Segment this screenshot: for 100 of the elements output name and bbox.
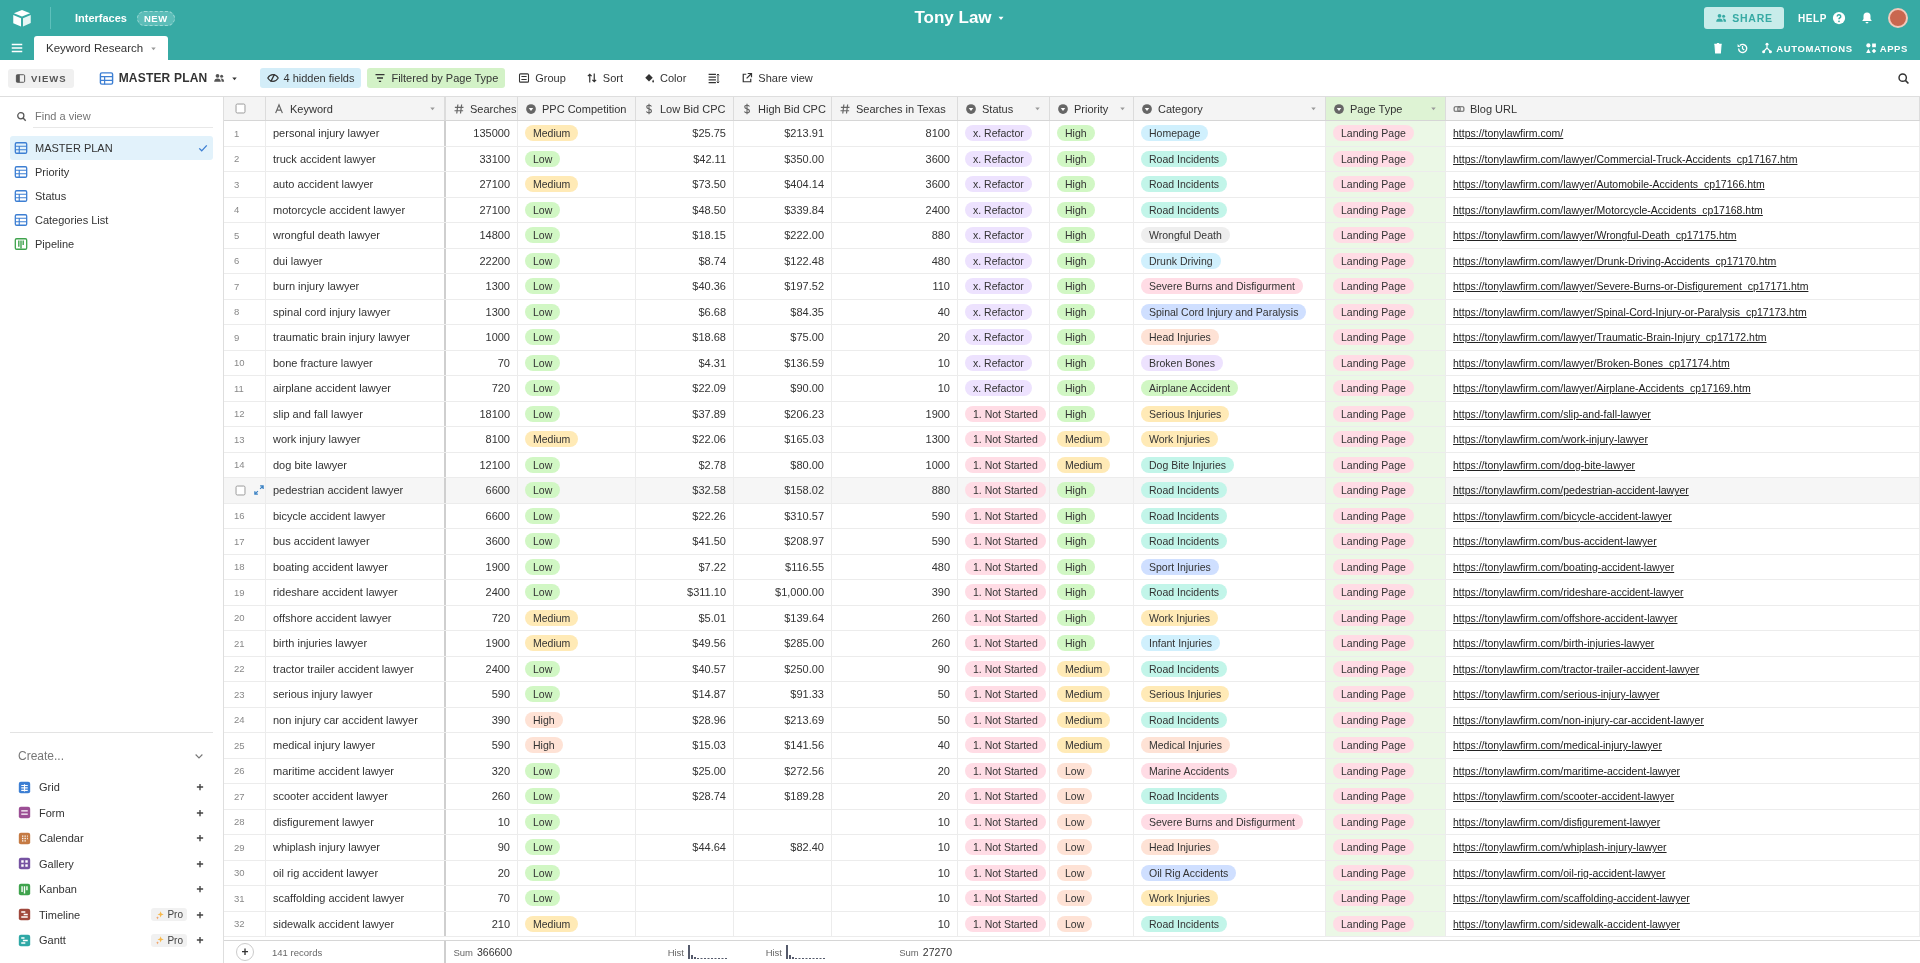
plus-icon[interactable] <box>195 935 205 946</box>
trash-icon[interactable] <box>1712 42 1725 54</box>
url-link[interactable]: https://tonylawfirm.com/lawyer/Motorcycle-Accidents_cp17168.htm <box>1453 203 1763 216</box>
url-link[interactable]: https://tonylawfirm.com/lawyer/Traumatic-Brain-Injury_cp17172.htm <box>1453 331 1767 344</box>
url-link[interactable]: https://tonylawfirm.com/maritime-accident-lawyer <box>1453 764 1680 777</box>
create-view-item[interactable]: Timeline <box>39 908 81 921</box>
table-tab[interactable]: Keyword Research <box>34 36 169 60</box>
select-tag: High <box>1057 507 1095 524</box>
url-link[interactable]: https://tonylawfirm.com/oil-rig-accident-lawyer <box>1453 866 1666 879</box>
currency-cell: $404.14 <box>784 178 824 191</box>
create-view-item[interactable]: Form <box>39 806 65 819</box>
url-link[interactable]: https://tonylawfirm.com/lawyer/Airplane-Accidents_cp17169.htm <box>1453 382 1751 395</box>
plus-icon[interactable] <box>195 782 205 793</box>
url-link[interactable]: https://tonylawfirm.com/bus-accident-lawyer <box>1453 535 1657 548</box>
number-cell: 70 <box>497 356 510 369</box>
url-link[interactable]: https://tonylawfirm.com/boating-accident-lawyer <box>1453 560 1675 573</box>
url-link[interactable]: https://tonylawfirm.com/non-injury-car-accident-lawyer <box>1453 713 1704 726</box>
view-item[interactable]: Categories List <box>10 208 213 232</box>
select-tag: Landing Page <box>1333 380 1414 397</box>
find-view-field[interactable]: Find a view <box>33 105 213 128</box>
url-link[interactable]: https://tonylawfirm.com/sidewalk-accident-lawyer <box>1453 917 1680 930</box>
view-item[interactable]: Priority <box>10 160 213 184</box>
url-link[interactable]: https://tonylawfirm.com/whiplash-injury-lawyer <box>1453 841 1667 854</box>
select-tag: x. Refactor <box>965 303 1032 320</box>
url-link[interactable]: https://tonylawfirm.com/pedestrian-accident-lawyer <box>1453 484 1689 497</box>
url-link[interactable]: https://tonylawfirm.com/offshore-accident-lawyer <box>1453 611 1678 624</box>
create-view-item[interactable]: Gantt <box>39 934 66 947</box>
caret-icon <box>428 104 437 113</box>
url-link[interactable]: https://tonylawfirm.com/slip-and-fall-lawyer <box>1453 407 1651 420</box>
select-tag: Low <box>525 890 561 907</box>
column-header[interactable]: Page Type <box>1326 97 1446 120</box>
plus-icon[interactable] <box>195 884 205 895</box>
create-view-item[interactable]: Kanban <box>39 883 77 896</box>
expand-icon[interactable] <box>253 484 265 497</box>
views-button[interactable]: VIEWS <box>8 68 74 88</box>
url-link[interactable]: https://tonylawfirm.com/dog-bite-lawyer <box>1453 458 1636 471</box>
column-header[interactable]: Low Bid CPC <box>636 97 734 120</box>
filter-button[interactable]: Filtered by Page Type <box>367 68 506 88</box>
url-link[interactable]: https://tonylawfirm.com/lawyer/Wrongful-Death_cp17175.htm <box>1453 229 1737 242</box>
view-item[interactable]: Status <box>10 184 213 208</box>
currency-cell: $7.22 <box>698 560 726 573</box>
url-link[interactable]: https://tonylawfirm.com/lawyer/Severe-Burns-or-Disfigurement_cp17171.htm <box>1453 280 1809 293</box>
row-checkbox[interactable] <box>234 483 247 497</box>
column-header[interactable]: Status <box>958 97 1050 120</box>
number-cell: 90 <box>497 841 510 854</box>
column-header[interactable]: Blog URL <box>1446 97 1920 120</box>
url-link[interactable]: https://tonylawfirm.com/lawyer/Broken-Bones_cp17174.htm <box>1453 356 1730 369</box>
notifications-icon[interactable] <box>1860 11 1874 25</box>
share-view-button[interactable]: Share view <box>734 68 820 88</box>
url-link[interactable]: https://tonylawfirm.com/lawyer/Spinal-Cord-Injury-or-Paralysis_cp17173.htm <box>1453 305 1807 318</box>
url-link[interactable]: https://tonylawfirm.com/bicycle-accident-lawyer <box>1453 509 1672 522</box>
url-link[interactable]: https://tonylawfirm.com/disfigurement-lawyer <box>1453 815 1661 828</box>
url-link[interactable]: https://tonylawfirm.com/scaffolding-accident-lawyer <box>1453 892 1690 905</box>
url-link[interactable]: https://tonylawfirm.com/serious-injury-lawyer <box>1453 688 1660 701</box>
select-tag: High <box>1057 329 1095 346</box>
plus-icon[interactable] <box>195 858 205 869</box>
history-icon[interactable] <box>1736 41 1750 55</box>
url-link[interactable]: https://tonylawfirm.com/lawyer/Drunk-Driving-Accidents_cp17170.htm <box>1453 254 1777 267</box>
url-link[interactable]: https://tonylawfirm.com/birth-injuries-lawyer <box>1453 637 1655 650</box>
number-cell: 1300 <box>925 433 950 446</box>
url-link[interactable]: https://tonylawfirm.com/rideshare-accident-lawyer <box>1453 586 1684 599</box>
url-link[interactable]: https://tonylawfirm.com/scooter-accident-lawyer <box>1453 790 1675 803</box>
create-view-item[interactable]: Grid <box>39 781 60 794</box>
url-link[interactable]: https://tonylawfirm.com/work-injury-lawyer <box>1453 433 1648 446</box>
create-view-item[interactable]: Calendar <box>39 832 84 845</box>
color-button[interactable]: Color <box>636 68 694 88</box>
plus-icon[interactable] <box>195 807 205 818</box>
column-header[interactable]: Keyword <box>266 97 446 120</box>
hidden-fields-button[interactable]: 4 hidden fields <box>259 68 362 88</box>
currency-cell: $25.75 <box>692 127 726 140</box>
row-height-icon[interactable] <box>707 71 721 85</box>
url-link[interactable]: https://tonylawfirm.com/ <box>1453 127 1564 140</box>
view-item[interactable]: Pipeline <box>10 232 213 256</box>
select-tag: Landing Page <box>1333 507 1414 524</box>
column-header[interactable]: Searches in Texas <box>832 97 958 120</box>
sort-button[interactable]: Sort <box>578 68 631 88</box>
text-cell: offshore accident lawyer <box>273 611 392 624</box>
search-icon[interactable] <box>1897 71 1910 85</box>
help-icon[interactable] <box>1832 11 1846 25</box>
url-link[interactable]: https://tonylawfirm.com/lawyer/Commercial-Truck-Accidents_cp17167.htm <box>1453 152 1798 165</box>
menu-icon[interactable] <box>10 41 24 55</box>
add-record-button[interactable]: + <box>236 943 254 961</box>
new-badge: NEW <box>137 10 175 26</box>
view-item[interactable]: MASTER PLAN <box>10 136 213 160</box>
column-header[interactable]: PPC Competition <box>518 97 636 120</box>
select-all-checkbox[interactable] <box>234 102 247 115</box>
plus-icon[interactable] <box>195 909 205 920</box>
logo-icon[interactable] <box>12 8 32 28</box>
plus-icon[interactable] <box>195 833 205 844</box>
select-tag: Landing Page <box>1333 303 1414 320</box>
url-link[interactable]: https://tonylawfirm.com/lawyer/Automobile-Accidents_cp17166.htm <box>1453 178 1765 191</box>
url-link[interactable]: https://tonylawfirm.com/medical-injury-lawyer <box>1453 739 1662 752</box>
column-header[interactable]: High Bid CPC <box>734 97 832 120</box>
create-view-item[interactable]: Gallery <box>39 857 74 870</box>
avatar[interactable] <box>1888 8 1908 28</box>
url-link[interactable]: https://tonylawfirm.com/tractor-trailer-accident-lawyer <box>1453 662 1700 675</box>
select-tag: Road Incidents <box>1141 482 1228 499</box>
column-header[interactable]: Priority <box>1050 97 1134 120</box>
view-switcher[interactable]: MASTER PLAN <box>91 66 246 90</box>
group-button[interactable]: Group <box>511 68 573 88</box>
